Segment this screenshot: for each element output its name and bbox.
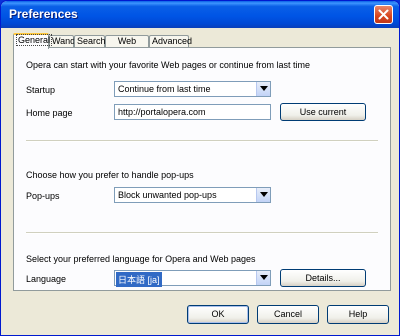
- startup-select-value: Continue from last time: [118, 84, 211, 94]
- cancel-button[interactable]: Cancel: [257, 305, 319, 324]
- popup-intro-text: Choose how you prefer to handle pop-ups: [26, 170, 194, 180]
- chevron-down-icon: [260, 86, 268, 91]
- ok-button[interactable]: OK: [187, 305, 249, 324]
- close-icon: [378, 9, 389, 20]
- homepage-input[interactable]: http://portalopera.com: [114, 104, 271, 120]
- preferences-dialog: Preferences General Wand Search Web page…: [0, 0, 400, 336]
- chevron-down-icon: [260, 275, 268, 280]
- tab-general[interactable]: General: [13, 33, 53, 49]
- popups-select-value: Block unwanted pop-ups: [118, 190, 217, 200]
- chevron-down-icon: [260, 192, 268, 197]
- language-label: Language: [26, 274, 67, 284]
- details-button[interactable]: Details...: [280, 269, 366, 287]
- language-dropdown-arrow[interactable]: [256, 271, 270, 285]
- startup-label: Startup: [26, 85, 56, 95]
- popups-dropdown-arrow[interactable]: [256, 188, 270, 202]
- language-select-value: 日本語 [ja]: [116, 272, 162, 287]
- title-bar[interactable]: Preferences: [1, 1, 399, 28]
- startup-dropdown-arrow[interactable]: [256, 82, 270, 96]
- language-intro-text: Select your preferred language for Opera…: [26, 254, 256, 264]
- popups-label: Pop-ups: [26, 191, 60, 201]
- close-button[interactable]: [374, 5, 393, 24]
- separator: [26, 140, 378, 142]
- window-title: Preferences: [9, 7, 78, 21]
- homepage-label: Home page: [26, 108, 73, 118]
- popups-select[interactable]: Block unwanted pop-ups: [114, 187, 271, 203]
- use-current-button[interactable]: Use current: [280, 103, 366, 121]
- general-tab-panel: Opera can start with your favorite Web p…: [13, 47, 391, 291]
- help-button[interactable]: Help: [327, 305, 389, 324]
- startup-select[interactable]: Continue from last time: [114, 81, 271, 97]
- startup-intro-text: Opera can start with your favorite Web p…: [26, 60, 310, 70]
- separator: [26, 232, 378, 234]
- language-select[interactable]: 日本語 [ja]: [114, 270, 271, 287]
